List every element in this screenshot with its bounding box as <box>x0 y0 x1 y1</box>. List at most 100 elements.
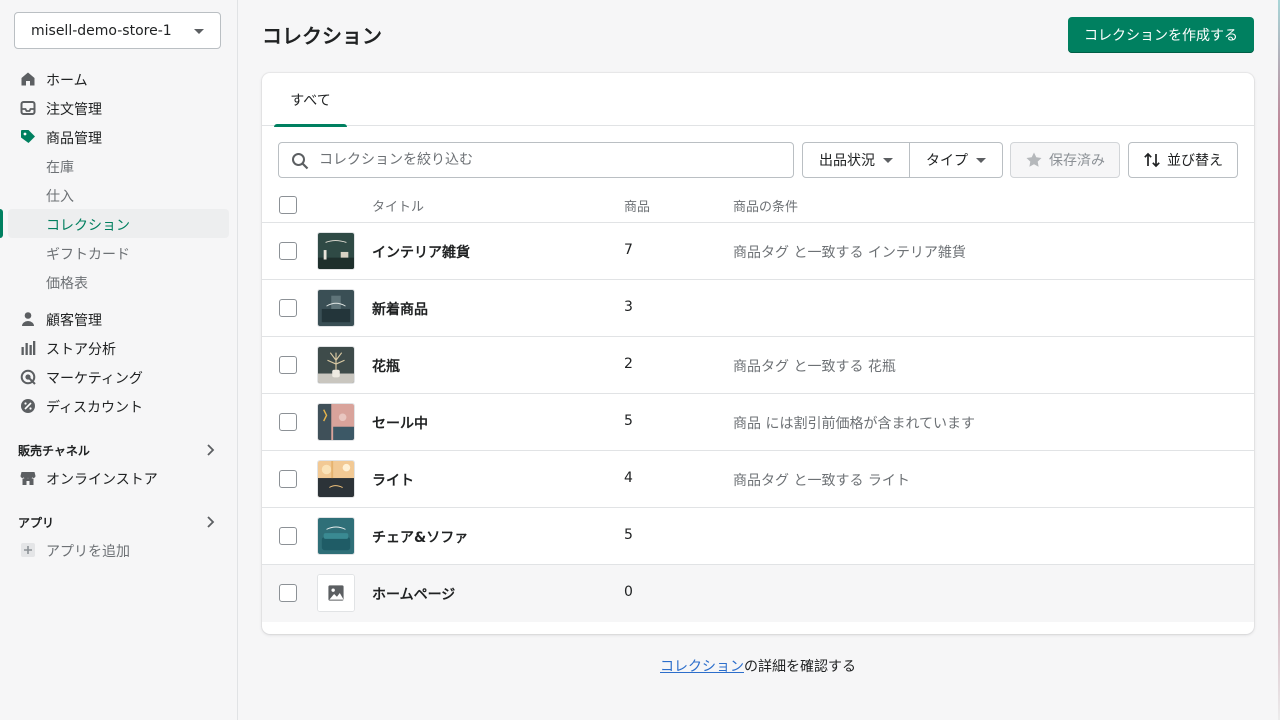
row-title[interactable]: ホームページ <box>372 584 455 604</box>
nav-item-inventory[interactable]: 在庫 <box>0 151 238 180</box>
nav-item-orders[interactable]: 注文管理 <box>0 93 238 122</box>
sort-icon <box>1144 152 1160 168</box>
row-title[interactable]: インテリア雑貨 <box>372 242 470 262</box>
nav-label-inventory: 在庫 <box>46 160 74 176</box>
status-filter-button[interactable]: 出品状況 <box>802 142 910 178</box>
table-row[interactable]: チェア&ソファ 5 <box>262 508 1254 565</box>
table-row[interactable]: 新着商品 3 <box>262 280 1254 337</box>
row-checkbox[interactable] <box>279 584 297 602</box>
row-count: 0 <box>624 584 633 600</box>
nav-item-marketing[interactable]: マーケティング <box>0 362 238 391</box>
plus-icon <box>21 543 35 557</box>
create-collection-button[interactable]: コレクションを作成する <box>1068 17 1254 53</box>
row-checkbox[interactable] <box>279 356 297 374</box>
search-input[interactable] <box>319 143 779 177</box>
footer-suffix: の詳細を確認する <box>744 659 856 675</box>
row-checkbox[interactable] <box>279 470 297 488</box>
tab-all[interactable]: すべて <box>274 73 347 127</box>
chevron-right-icon[interactable] <box>205 515 215 529</box>
nav-item-transfers[interactable]: 仕入 <box>0 180 238 209</box>
row-checkbox[interactable] <box>279 242 297 260</box>
type-filter-label: タイプ <box>926 153 968 169</box>
sort-label: 並び替え <box>1167 153 1223 169</box>
row-count: 4 <box>624 470 633 486</box>
chevron-right-icon[interactable] <box>205 443 215 457</box>
inbox-icon <box>20 101 36 115</box>
nav-label-gift-cards: ギフトカード <box>46 247 130 263</box>
search-icon <box>292 153 309 170</box>
saved-button[interactable]: 保存済み <box>1010 142 1120 178</box>
sales-channels-heading: 販売チャネル <box>18 444 90 458</box>
bar-chart-icon <box>21 341 36 355</box>
collections-help-link[interactable]: コレクション <box>660 659 744 675</box>
nav-item-price-lists[interactable]: 価格表 <box>0 267 238 296</box>
target-icon <box>20 369 36 385</box>
row-count: 7 <box>624 242 633 258</box>
row-condition: 商品タグ と一致する ライト <box>733 473 910 489</box>
row-count: 5 <box>624 527 633 543</box>
home-icon <box>21 72 35 86</box>
row-title[interactable]: 新着商品 <box>372 299 428 319</box>
nav-label-price-lists: 価格表 <box>46 276 88 292</box>
table-row[interactable]: セール中 5 商品 には割引前価格が含まれています <box>262 394 1254 451</box>
saved-label: 保存済み <box>1049 153 1105 169</box>
table-row[interactable]: ホームページ 0 <box>262 565 1254 622</box>
select-all-checkbox[interactable] <box>279 196 297 214</box>
nav-item-customers[interactable]: 顧客管理 <box>0 304 238 333</box>
tab-active-underline <box>274 124 347 127</box>
collection-thumbnail <box>317 232 355 270</box>
table-row[interactable]: 花瓶 2 商品タグ と一致する 花瓶 <box>262 337 1254 394</box>
filter-button-group: 出品状況 タイプ <box>802 142 1003 178</box>
row-checkbox[interactable] <box>279 413 297 431</box>
tabs: すべて <box>262 73 1254 127</box>
nav-label-home: ホーム <box>46 73 88 89</box>
sort-button[interactable]: 並び替え <box>1128 142 1238 178</box>
collection-thumbnail <box>317 289 355 327</box>
collection-thumbnail <box>317 403 355 441</box>
row-checkbox[interactable] <box>279 527 297 545</box>
store-selector[interactable]: misell-demo-store-1 <box>14 12 221 49</box>
nav-label-collections: コレクション <box>46 218 130 234</box>
collection-thumbnail <box>317 460 355 498</box>
row-count: 5 <box>624 413 633 429</box>
caret-down-icon <box>976 157 986 163</box>
type-filter-button[interactable]: タイプ <box>910 142 1003 178</box>
nav-item-analytics[interactable]: ストア分析 <box>0 333 238 362</box>
collections-card: すべて 出品状況 タイプ 保存済み 並び替え タイトル 商品 商品の条件 イン <box>262 73 1254 634</box>
nav-item-products[interactable]: 商品管理 <box>0 122 238 151</box>
column-conditions: 商品の条件 <box>733 200 799 215</box>
status-filter-label: 出品状況 <box>819 153 875 169</box>
sidebar: misell-demo-store-1 ホーム 注文管理 商品管理 在庫 仕入 … <box>0 0 238 720</box>
collection-thumbnail <box>317 346 355 384</box>
column-title: タイトル <box>372 200 425 215</box>
row-title[interactable]: チェア&ソファ <box>372 527 468 547</box>
star-icon <box>1026 152 1042 167</box>
row-title[interactable]: セール中 <box>372 413 428 433</box>
tab-label: すべて <box>290 92 331 109</box>
row-title[interactable]: ライト <box>372 470 414 490</box>
caret-down-icon <box>883 157 893 163</box>
row-count: 2 <box>624 356 633 372</box>
nav-label-add-app: アプリを追加 <box>46 544 130 560</box>
nav-item-gift-cards[interactable]: ギフトカード <box>0 238 238 267</box>
column-products: 商品 <box>624 200 651 215</box>
row-condition: 商品タグ と一致する インテリア雑貨 <box>733 245 966 261</box>
nav-label-orders: 注文管理 <box>46 102 102 118</box>
nav-item-add-app[interactable]: アプリを追加 <box>0 535 238 564</box>
row-checkbox[interactable] <box>279 299 297 317</box>
nav-item-discounts[interactable]: ディスカウント <box>0 391 238 420</box>
caret-down-icon <box>194 29 204 34</box>
nav-label-online-store: オンラインストア <box>46 472 158 488</box>
search-field[interactable] <box>278 142 794 178</box>
image-placeholder-icon <box>317 574 355 612</box>
row-count: 3 <box>624 299 633 315</box>
nav-item-collections[interactable]: コレクション <box>0 209 238 238</box>
table-row[interactable]: インテリア雑貨 7 商品タグ と一致する インテリア雑貨 <box>262 223 1254 280</box>
nav-label-products: 商品管理 <box>46 131 102 147</box>
nav-label-analytics: ストア分析 <box>46 342 116 358</box>
nav-item-online-store[interactable]: オンラインストア <box>0 463 238 492</box>
table-row[interactable]: ライト 4 商品タグ と一致する ライト <box>262 451 1254 508</box>
nav-item-home[interactable]: ホーム <box>0 64 238 93</box>
row-title[interactable]: 花瓶 <box>372 356 400 376</box>
apps-heading: アプリ <box>18 516 55 530</box>
